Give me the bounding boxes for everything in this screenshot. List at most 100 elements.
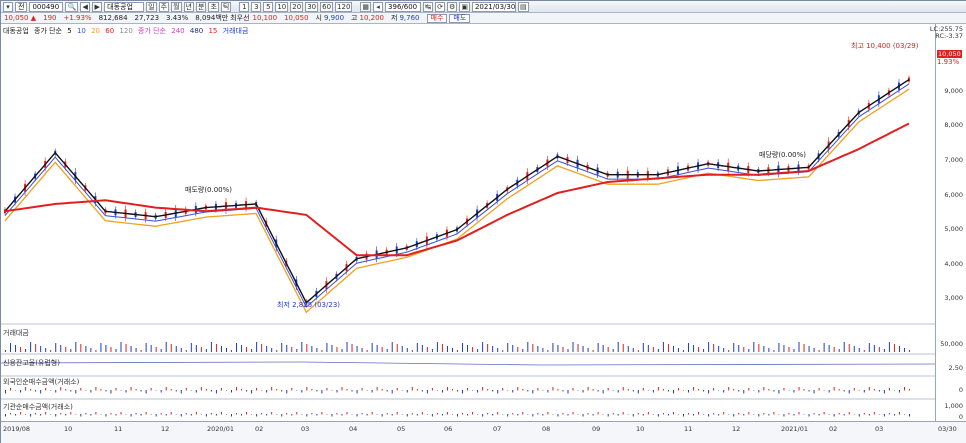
calendar-icon[interactable]: ▤ (517, 1, 529, 12)
institution-bar (853, 414, 855, 415)
volume-bar (783, 345, 785, 352)
chart-type-icon[interactable]: ▦ (360, 1, 372, 12)
market-select[interactable]: 전 (15, 1, 28, 12)
zoom-icon[interactable]: ↹ (423, 1, 434, 12)
search-icon[interactable]: 🔍 (65, 1, 79, 12)
buy-button[interactable]: 매수 (426, 13, 448, 23)
print-icon[interactable]: ▣ (459, 1, 470, 12)
volume-bar (246, 347, 248, 352)
volume-bar (376, 345, 378, 352)
institution-bar (246, 412, 248, 415)
volume-bar (487, 344, 489, 352)
scroll-left-icon[interactable]: ◂ (373, 1, 384, 12)
legend-ma480: 480 (189, 27, 204, 35)
period-tick[interactable]: 틱 (220, 1, 232, 12)
period-month[interactable]: 월 (171, 1, 182, 12)
interval-5[interactable]: 5 (263, 1, 274, 12)
institution-bar (642, 414, 644, 416)
y-label: 8,000 (944, 121, 963, 129)
prev-icon[interactable]: ◀ (80, 1, 91, 12)
next-icon[interactable]: ▶ (92, 1, 103, 12)
institution-bar (426, 414, 428, 415)
volume-bar (371, 343, 373, 352)
volume-bar (200, 347, 202, 352)
volume-bar (351, 344, 353, 352)
foreign-bar (376, 387, 378, 391)
volume-bar (893, 344, 895, 352)
institution-bar (381, 414, 383, 417)
y-axis: LC:255.75 RC:-3.37 9,000 8,000 7,000 6,0… (930, 24, 966, 421)
volume-bar (396, 344, 398, 352)
volume-bar (532, 344, 534, 352)
institution-bar (858, 414, 860, 417)
institution-bar (401, 414, 403, 415)
volume-bar (286, 345, 288, 352)
foreign-bar (828, 390, 830, 393)
institution-bar (150, 414, 152, 415)
period-day[interactable]: 일 (146, 1, 157, 12)
interval-3[interactable]: 3 (251, 1, 262, 12)
interval-20[interactable]: 20 (290, 1, 304, 12)
institution-bar (20, 412, 22, 415)
sell-button[interactable]: 매도 (449, 13, 471, 23)
volume-bar (748, 349, 750, 352)
refresh-icon[interactable]: ⟳ (435, 1, 446, 12)
volume-bar (416, 343, 418, 352)
interval-30[interactable]: 30 (305, 1, 319, 12)
price-change: 190 (43, 14, 57, 22)
volume-bar (406, 348, 408, 352)
period-week[interactable]: 주 (158, 1, 170, 12)
low-annotation: 최저 2,825 (03/23) (277, 301, 341, 309)
period-year[interactable]: 년 (183, 1, 194, 12)
volume-bar (40, 346, 42, 352)
code-input[interactable]: 000490 (29, 1, 64, 12)
chart-area[interactable]: 대동공업 종가 단순 5 10 20 60 120 종가 단순 240 480 … (0, 24, 936, 421)
x-label: 11 (684, 425, 693, 433)
institution-bar (768, 414, 770, 416)
institution-bar (477, 414, 479, 415)
interval-10[interactable]: 10 (275, 1, 289, 12)
volume-bar (522, 349, 524, 352)
dropdown-icon[interactable]: ▾ (3, 1, 13, 12)
foreign-bar (351, 390, 353, 392)
foreign-bar (251, 390, 253, 394)
data-counter[interactable]: 396/600 (385, 1, 422, 12)
interval-1[interactable]: 1 (239, 1, 250, 12)
institution-bar (693, 414, 695, 416)
legend-ma240: 240 (171, 27, 185, 35)
foreign-bar (909, 389, 910, 391)
foreign-bar (45, 388, 47, 391)
foreign-bar (903, 387, 905, 391)
foreign-bar (753, 390, 755, 391)
foreign-bar (768, 389, 770, 391)
institution-bar (582, 414, 584, 417)
date-input[interactable]: 2021/03/30 (471, 1, 516, 12)
foreign-bar (467, 388, 469, 391)
volume-bar (642, 343, 644, 352)
volume-bar (281, 343, 283, 352)
price-chart[interactable] (0, 24, 936, 421)
settings-icon[interactable]: ⚙ (447, 1, 458, 12)
foreign-bar (462, 390, 464, 394)
best-bid: 10,100 (252, 14, 278, 22)
volume-bar (688, 343, 690, 352)
period-minute[interactable]: 분 (195, 1, 207, 12)
foreign-bar (758, 390, 760, 393)
interval-60[interactable]: 60 (320, 1, 334, 12)
foreign-bar (195, 390, 197, 393)
foreign-bar (361, 388, 363, 391)
y-label: 9,000 (944, 87, 963, 95)
institution-bar (170, 412, 172, 415)
institution-bar (366, 414, 368, 416)
volume-bar (411, 350, 413, 352)
volume-bar (30, 342, 32, 352)
foreign-bar (713, 388, 715, 391)
period-second[interactable]: 초 (208, 1, 219, 12)
foreign-bar (65, 389, 67, 391)
interval-120[interactable]: 120 (335, 1, 353, 12)
legend-ma60: 60 (105, 27, 115, 35)
institution-bar (627, 414, 629, 415)
legend-volume: 거래대금 (222, 27, 249, 35)
volume-bar (607, 347, 609, 352)
foreign-bar (220, 388, 222, 391)
